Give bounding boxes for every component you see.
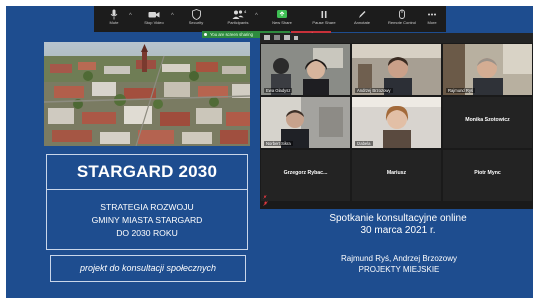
- more-button[interactable]: More: [414, 9, 450, 31]
- gallery-panel-bar: [260, 33, 533, 43]
- participants-button[interactable]: 4 Participants: [220, 9, 256, 31]
- minimize-panel-icon[interactable]: [264, 35, 270, 40]
- subtitle-line-2: GMINY MIASTA STARGARD: [91, 215, 203, 225]
- pause-share-label: Pause Share: [312, 20, 336, 25]
- participants-options-caret[interactable]: ^: [255, 13, 258, 19]
- new-share-label: New Share: [272, 20, 292, 25]
- participants-label: Participants: [227, 20, 249, 25]
- video-options-caret[interactable]: ^: [171, 13, 174, 19]
- participants-count: 4: [244, 9, 247, 14]
- mute-button[interactable]: Mute: [96, 9, 132, 31]
- participants-icon: [232, 10, 244, 19]
- participant-tile[interactable]: Norbert Sikra: [261, 97, 350, 148]
- participant-tile[interactable]: Andrzej Brzozowy: [352, 44, 441, 95]
- pen-icon: [359, 11, 366, 18]
- gallery-view-icon[interactable]: [284, 35, 290, 40]
- title-band: STARGARD 2030: [47, 155, 247, 190]
- microphone-icon: [110, 9, 118, 20]
- participant-tile[interactable]: Mariusz: [352, 150, 441, 201]
- video-gallery-panel: Ewa Gładysz Andrzej Brzozowy Rajmund Ryś…: [260, 33, 533, 209]
- share-screen-icon: [277, 10, 287, 18]
- consultation-note: projekt do konsultacji społecznych: [50, 255, 246, 282]
- video-camera-icon: [148, 12, 160, 18]
- participant-name: Piotr Mync: [474, 170, 501, 176]
- subtitle-line-3: DO 2030 ROKU: [116, 228, 178, 238]
- sharing-dot-icon: [204, 33, 207, 36]
- new-share-button[interactable]: New Share: [264, 9, 300, 31]
- participant-name: Rajmund Ryś: [446, 88, 476, 93]
- annotate-label: Annotate: [353, 20, 370, 25]
- meeting-date: 30 marca 2021 r.: [360, 225, 436, 236]
- more-icon: [428, 13, 436, 16]
- participant-name: Grzegorz Rybac...: [283, 170, 328, 176]
- aerial-city-photo-image: [44, 42, 250, 146]
- participant-tile[interactable]: Rajmund Ryś: [443, 44, 532, 95]
- speaker-view-icon[interactable]: [274, 35, 280, 40]
- mouse-icon: [399, 9, 405, 19]
- more-label: More: [427, 20, 437, 25]
- participant-name: Norbert Sikra: [264, 141, 293, 146]
- stop-video-label: Stop Video: [144, 20, 164, 25]
- zoom-toolbar: Mute ^ Stop Video ^ Security 4 Participa…: [94, 6, 446, 32]
- hide-panel-icon[interactable]: [294, 36, 298, 40]
- sharing-status-text: You are screen sharing: [210, 32, 253, 37]
- subtitle-line-1: STRATEGIA ROZWOJU: [100, 202, 194, 212]
- shared-slide: Mute ^ Stop Video ^ Security 4 Participa…: [6, 6, 533, 298]
- participant-name: Mariusz: [386, 170, 407, 176]
- participant-name: Ewa Gładysz: [264, 88, 293, 93]
- muted-mic-icon: [263, 195, 267, 199]
- annotate-button[interactable]: Annotate: [344, 9, 380, 31]
- company-name: PROJEKTY MIEJSKIE: [358, 265, 440, 274]
- main-title: STARGARD 2030: [76, 162, 218, 181]
- strategy-subtitle: STRATEGIA ROZWOJU GMINY MIASTA STARGARD …: [47, 201, 247, 240]
- participant-name: Izabela: [355, 141, 373, 146]
- strategy-title-box: STARGARD 2030 STRATEGIA ROZWOJU GMINY MI…: [46, 154, 248, 250]
- aerial-city-photo: [44, 42, 250, 146]
- mute-options-caret[interactable]: ^: [129, 13, 132, 19]
- participant-tile[interactable]: Izabela: [352, 97, 441, 148]
- participant-tile[interactable]: Grzegorz Rybac...: [261, 150, 350, 201]
- pause-icon: [321, 11, 327, 18]
- mute-label: Mute: [109, 20, 119, 25]
- participant-name: Andrzej Brzozowy: [355, 88, 393, 93]
- stop-video-button[interactable]: Stop Video: [136, 9, 172, 31]
- shield-icon: [191, 9, 201, 20]
- security-label: Security: [188, 20, 204, 25]
- authors: Rajmund Ryś, Andrzej Brzozowy: [340, 254, 458, 263]
- participant-tile[interactable]: Piotr Mync: [443, 150, 532, 201]
- participant-name: Monika Szotowicz: [465, 117, 510, 123]
- security-button[interactable]: Security: [178, 9, 214, 31]
- muted-mic-icon: [263, 201, 268, 206]
- participant-tile[interactable]: Ewa Gładysz: [261, 44, 350, 95]
- participant-tile[interactable]: Monika Szotowicz: [443, 97, 532, 148]
- meeting-title: Spotkanie konsultacyjne online: [329, 213, 467, 224]
- pause-share-button[interactable]: Pause Share: [306, 9, 342, 31]
